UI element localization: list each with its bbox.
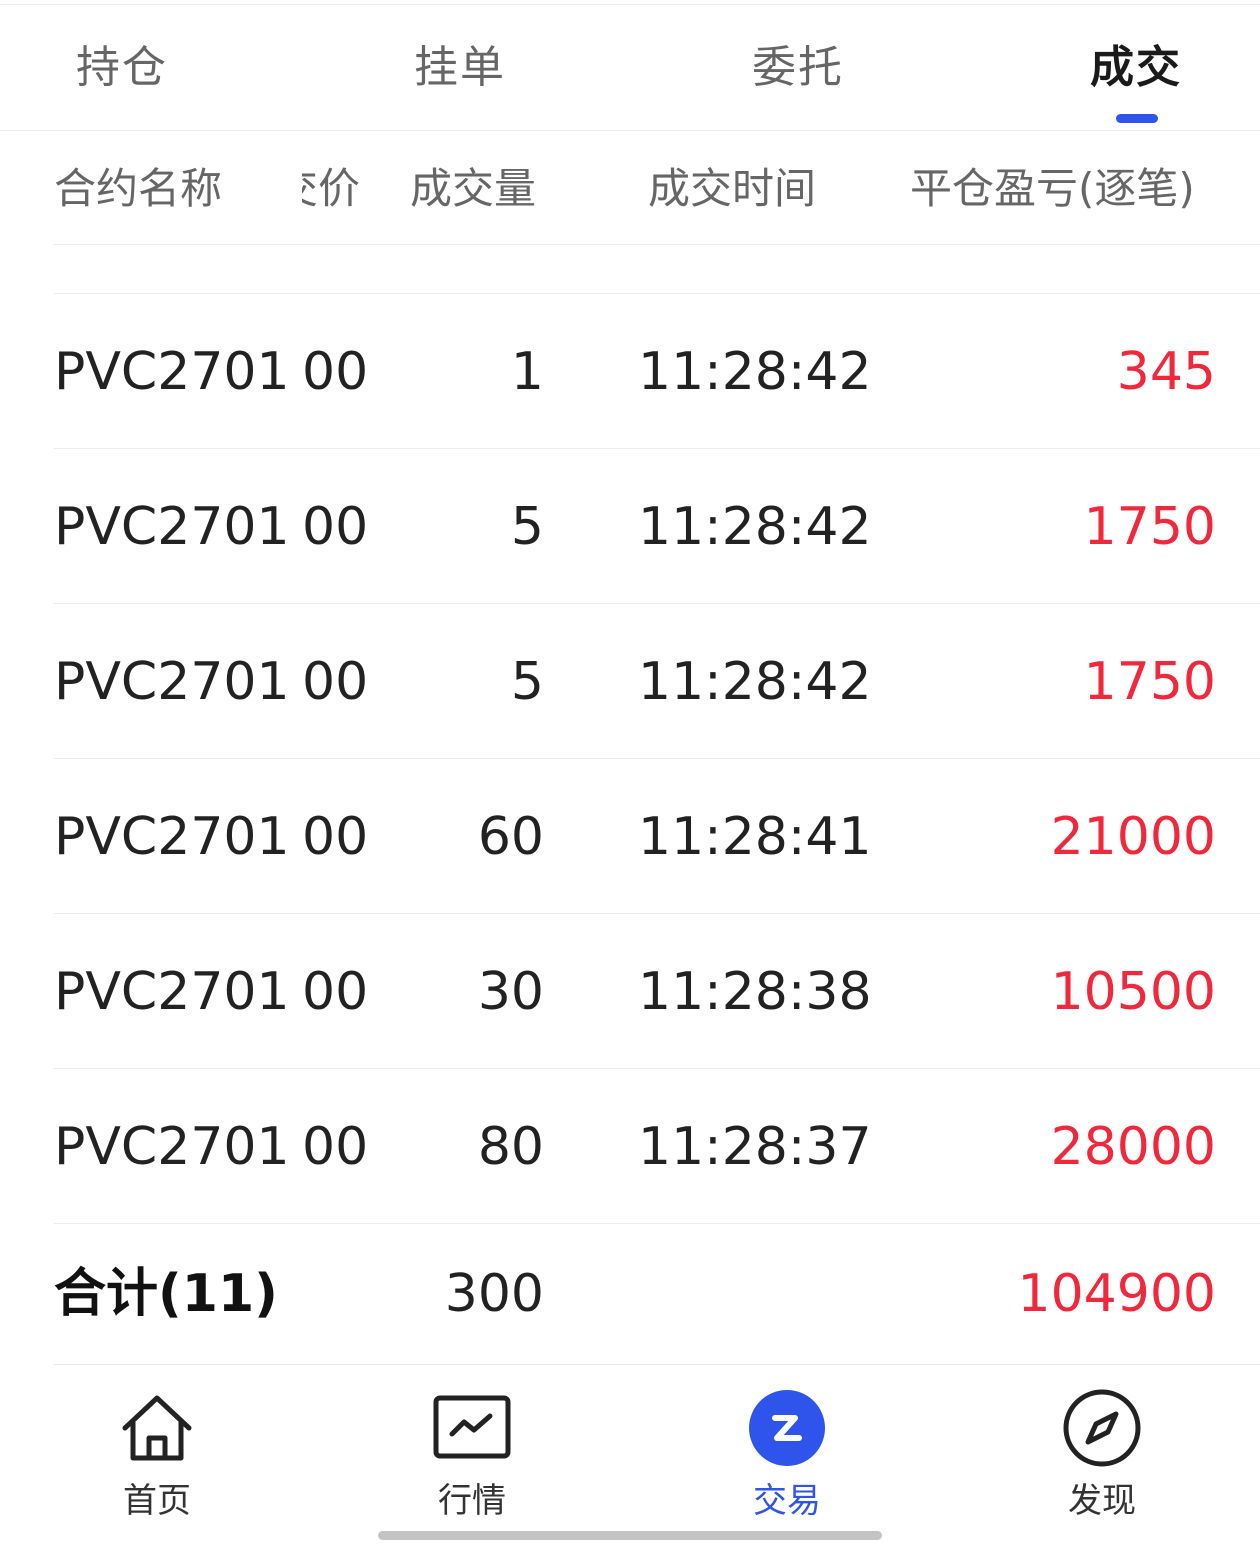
table-row[interactable]: PVC2701 00 5 11:28:42 1750: [0, 449, 1260, 604]
trade-time: 11:28:37: [638, 1117, 872, 1177]
tab-trades[interactable]: 成交: [1090, 40, 1182, 96]
trade-volume: 80: [477, 1117, 544, 1177]
compass-icon: [1063, 1389, 1141, 1467]
trade-time: 11:28:42: [638, 342, 872, 402]
table-row[interactable]: PVC2701 00 80 11:28:37 28000: [0, 1069, 1260, 1224]
close-pnl: 345: [1116, 342, 1216, 402]
total-pnl: 104900: [1017, 1264, 1216, 1324]
header-divider: [54, 244, 1260, 245]
trade-price: 00: [302, 497, 369, 557]
table-row[interactable]: PVC2701 00 30 11:28:38 10500: [0, 914, 1260, 1069]
active-tab-indicator: [1116, 114, 1158, 123]
trade-price: 00: [302, 342, 369, 402]
tab-pending-orders[interactable]: 挂单: [414, 40, 506, 96]
trade-time: 11:28:41: [638, 807, 872, 867]
total-label: 合计(11): [54, 1264, 278, 1324]
nav-home[interactable]: 首页: [77, 1386, 237, 1522]
trade-price: 00: [302, 652, 369, 712]
header-close-pnl[interactable]: 平仓盈亏(逐笔): [910, 161, 1195, 217]
contract-name: PVC2701: [54, 807, 290, 867]
header-trade-price[interactable]: 成交价: [302, 161, 360, 217]
close-pnl: 21000: [1050, 807, 1216, 867]
trade-volume: 5: [510, 652, 544, 712]
nav-label: 首页: [123, 1481, 191, 1521]
trade-price: 00: [302, 962, 369, 1022]
table-header: 合约名称 成交价 成交量 成交时间 平仓盈亏(逐笔): [0, 131, 1260, 244]
contract-name: PVC2701: [54, 342, 290, 402]
trade-price: 00: [302, 1117, 369, 1177]
contract-name: PVC2701: [54, 962, 290, 1022]
contract-name: PVC2701: [54, 1117, 290, 1177]
header-trade-time[interactable]: 成交时间: [648, 161, 816, 217]
close-pnl: 1750: [1083, 497, 1216, 557]
nav-trade[interactable]: 交易: [707, 1386, 867, 1522]
contract-name: PVC2701: [54, 652, 290, 712]
table-row[interactable]: PVC2701 00 60 11:28:41 21000: [0, 759, 1260, 914]
tab-orders[interactable]: 委托: [752, 40, 844, 96]
trade-volume: 30: [477, 962, 544, 1022]
nav-divider: [54, 1364, 1260, 1365]
total-row: 合计(11) 300 104900: [0, 1224, 1260, 1364]
trade-list: PVC2701 00 1 11:28:42 345 PVC2701 00 5 1…: [0, 294, 1260, 1224]
close-pnl: 28000: [1050, 1117, 1216, 1177]
nav-label: 发现: [1068, 1481, 1136, 1521]
table-row[interactable]: PVC2701 00 1 11:28:42 345: [0, 294, 1260, 449]
header-contract-name[interactable]: 合约名称: [54, 161, 222, 217]
nav-market[interactable]: 行情: [392, 1386, 552, 1522]
header-trade-volume[interactable]: 成交量: [410, 161, 536, 217]
tab-positions[interactable]: 持仓: [76, 40, 168, 96]
contract-name: PVC2701: [54, 497, 290, 557]
nav-label: 交易: [753, 1481, 821, 1521]
trade-price: 00: [302, 807, 369, 867]
trade-volume: 60: [477, 807, 544, 867]
nav-label: 行情: [438, 1481, 506, 1521]
trade-time: 11:28:42: [638, 497, 872, 557]
bottom-nav: 首页 行情 交易 发现: [0, 1366, 1260, 1544]
trade-icon: [749, 1390, 825, 1466]
total-volume: 300: [444, 1264, 544, 1324]
close-pnl: 10500: [1050, 962, 1216, 1022]
trade-time: 11:28:42: [638, 652, 872, 712]
close-pnl: 1750: [1083, 652, 1216, 712]
chart-icon: [433, 1395, 511, 1459]
table-row[interactable]: PVC2701 00 5 11:28:42 1750: [0, 604, 1260, 759]
home-indicator[interactable]: [378, 1531, 882, 1540]
trade-volume: 1: [510, 342, 544, 402]
tab-bar: 持仓 挂单 委托 成交: [0, 10, 1260, 130]
top-divider: [0, 4, 1260, 5]
trade-time: 11:28:38: [638, 962, 872, 1022]
trade-volume: 5: [510, 497, 544, 557]
nav-discover[interactable]: 发现: [1022, 1386, 1182, 1522]
home-icon: [122, 1395, 192, 1461]
